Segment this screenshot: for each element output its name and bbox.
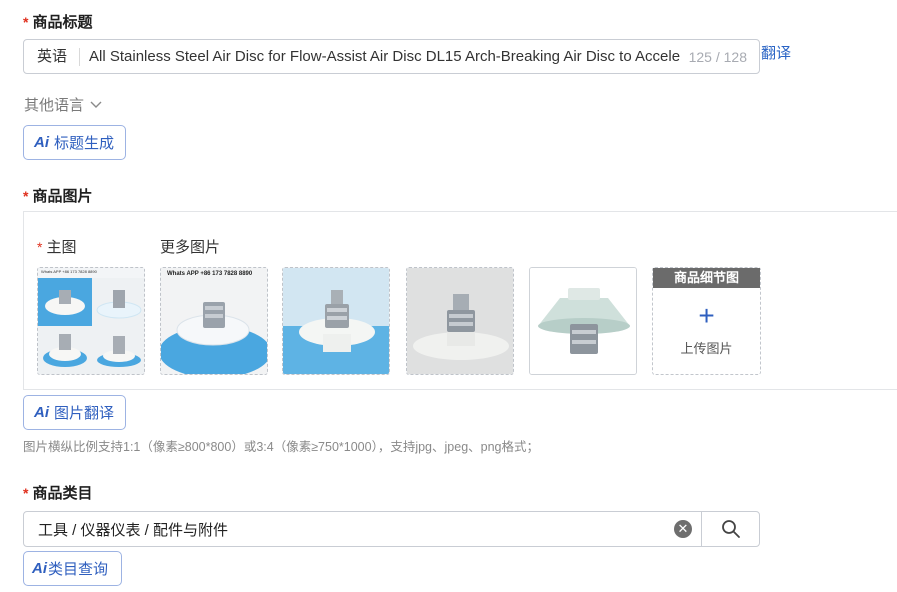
ai-image-translate-label: 图片翻译 <box>54 405 115 422</box>
translate-link[interactable]: 翻译 <box>761 42 791 63</box>
required-mark: * <box>37 239 43 255</box>
product-image-2[interactable]: Whats APP +86 173 7828 8890 <box>160 267 268 375</box>
title-section-label: * 商品标题 <box>23 11 92 32</box>
chevron-down-icon <box>90 101 102 108</box>
search-icon <box>721 520 740 538</box>
plus-icon: + <box>698 300 715 331</box>
ai-icon: Ai <box>34 404 49 421</box>
ai-image-translate-button[interactable]: Ai 图片翻译 <box>23 395 126 430</box>
product-image-4[interactable] <box>406 267 514 375</box>
main-image-label: * 主图 <box>37 239 77 256</box>
ai-icon: Ai <box>32 560 47 577</box>
category-input[interactable]: 工具 / 仪器仪表 / 配件与附件 ✕ <box>23 511 760 547</box>
product-photo <box>407 268 513 374</box>
ai-icon: Ai <box>34 134 49 151</box>
product-photo <box>530 268 636 374</box>
category-search-button[interactable] <box>701 512 759 546</box>
category-label: 商品类目 <box>32 485 93 502</box>
more-images-label: 更多图片 <box>160 239 221 256</box>
lang-prefix: 英语 <box>24 47 81 66</box>
image-label: 商品图片 <box>32 188 93 205</box>
required-mark: * <box>23 13 29 30</box>
product-photo <box>161 268 267 374</box>
product-image-main[interactable]: Whats APP +86 173 7828 8890 <box>37 267 145 375</box>
ai-category-query-button[interactable]: Ai 类目查询 <box>23 551 122 586</box>
ai-title-generate-label: 标题生成 <box>54 135 115 152</box>
product-image-3[interactable] <box>282 267 390 375</box>
other-languages-label: 其他语言 <box>24 97 85 114</box>
image-format-hint: 图片横纵比例支持1:1（像素≥800*800）或3:4（像素≥750*1000）… <box>23 440 539 454</box>
ai-title-generate-button[interactable]: Ai 标题生成 <box>23 125 126 160</box>
ai-category-query-label: 类目查询 <box>48 561 109 578</box>
thumb-caption: Whats APP +86 173 7828 8890 <box>167 271 253 277</box>
other-languages-toggle[interactable]: 其他语言 <box>24 94 102 115</box>
category-section-label: * 商品类目 <box>23 482 92 503</box>
detail-image-title: 商品细节图 <box>653 268 760 288</box>
char-count: 125 / 128 <box>688 48 747 65</box>
product-image-5[interactable] <box>529 267 637 375</box>
required-mark: * <box>23 187 29 204</box>
title-value[interactable]: All Stainless Steel Air Disc for Flow-As… <box>80 48 683 65</box>
title-input[interactable]: 英语 All Stainless Steel Air Disc for Flow… <box>23 39 760 74</box>
required-mark: * <box>23 484 29 501</box>
clear-icon[interactable]: ✕ <box>674 520 692 538</box>
product-photo-collage <box>38 268 144 374</box>
image-section-label: * 商品图片 <box>23 185 92 206</box>
thumb-caption: Whats APP +86 173 7828 8890 <box>41 269 97 274</box>
upload-label: 上传图片 <box>680 341 733 356</box>
title-label: 商品标题 <box>32 14 93 31</box>
product-photo <box>283 268 389 374</box>
category-value[interactable]: 工具 / 仪器仪表 / 配件与附件 <box>24 519 674 540</box>
detail-image-upload[interactable]: 商品细节图 + 上传图片 <box>652 267 761 375</box>
